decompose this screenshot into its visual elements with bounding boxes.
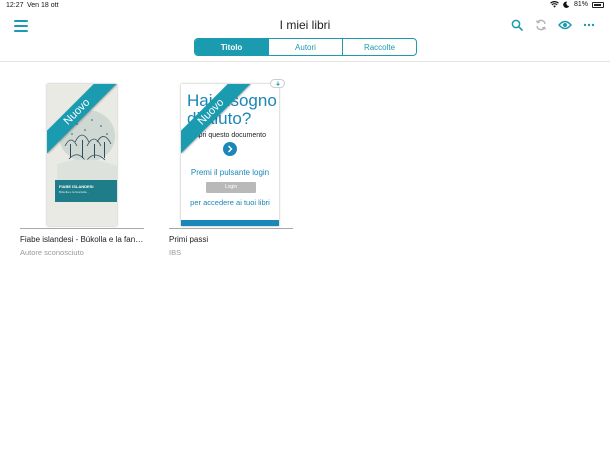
wifi-icon xyxy=(550,1,559,8)
battery-icon xyxy=(592,1,604,8)
book-author: Autore sconosciuto xyxy=(20,248,84,257)
book-title: Primi passi xyxy=(169,235,209,244)
book-cover[interactable]: Hai bisogno di aiuto? Apri questo docume… xyxy=(181,84,279,226)
cover-title: FIABE ISLANDESI xyxy=(59,184,94,189)
sort-tabs: Titolo Autori Raccolte xyxy=(194,38,417,56)
tab-autori[interactable]: Autori xyxy=(269,39,343,55)
tab-titolo[interactable]: Titolo xyxy=(195,39,269,55)
book-item[interactable]: Hai bisogno di aiuto? Apri questo docume… xyxy=(169,79,293,257)
cover-login-button: Login xyxy=(206,182,256,193)
chevron-right-icon xyxy=(223,142,237,156)
status-indicators: 81% xyxy=(550,1,604,8)
tab-raccolte[interactable]: Raccolte xyxy=(343,39,416,55)
book-cover[interactable]: FIABE ISLANDESI Búkolla e la fanciulla..… xyxy=(47,84,117,226)
book-author: IBS xyxy=(169,248,182,257)
moon-icon xyxy=(563,1,570,8)
cover-bottom-bar xyxy=(181,220,279,226)
cover-subtitle: Búkolla e la fanciulla... xyxy=(59,190,89,194)
cover-illustration xyxy=(57,84,117,184)
download-icon[interactable] xyxy=(270,79,285,88)
book-item[interactable]: FIABE ISLANDESI Búkolla e la fanciulla..… xyxy=(20,84,144,257)
cover-access-text: per accedere ai tuoi libri xyxy=(190,198,270,207)
battery-percent: 81% xyxy=(573,1,588,8)
cover-press-text: Premi il pulsante login xyxy=(190,168,270,177)
status-date: Ven 18 ott xyxy=(27,2,59,9)
status-time: 12:27 xyxy=(6,2,24,9)
cover-heading: Hai bisogno di aiuto? xyxy=(187,91,277,128)
book-cover-area: FIABE ISLANDESI Búkolla e la fanciulla..… xyxy=(20,84,144,229)
book-cover-area: Hai bisogno di aiuto? Apri questo docume… xyxy=(169,79,293,229)
sync-icon[interactable] xyxy=(534,18,548,32)
status-bar: 12:27 Ven 18 ott 81% xyxy=(0,0,610,12)
book-title: Fiabe islandesi - Búkolla e la fanc... xyxy=(20,235,144,244)
search-icon[interactable] xyxy=(510,18,524,32)
header-actions xyxy=(510,18,596,32)
cover-open-text: Apri questo documento xyxy=(194,132,266,139)
eye-icon[interactable] xyxy=(558,18,572,32)
app-header: I miei libri Titolo Autori Raccolte xyxy=(0,12,610,62)
more-icon[interactable] xyxy=(582,18,596,32)
